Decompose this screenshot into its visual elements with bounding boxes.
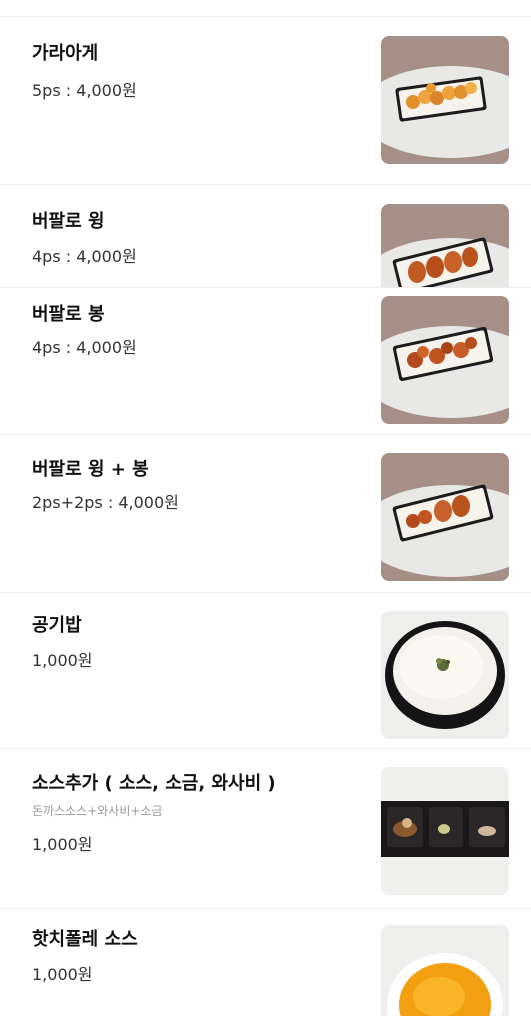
buffalo-wing-photo bbox=[381, 204, 509, 287]
item-price: 5ps : 4,000원 bbox=[32, 81, 137, 100]
buffalo-wing-drumette-photo bbox=[381, 453, 509, 581]
item-name: 버팔로 봉 bbox=[32, 304, 105, 325]
list-item[interactable]: 버팔로 봉 4ps : 4,000원 bbox=[0, 287, 531, 434]
list-item[interactable]: 소스추가 ( 소스, 소금, 와사비 ) 돈까스소스+와사비+소금 1,000원 bbox=[0, 748, 531, 908]
rice-bowl-photo bbox=[381, 611, 509, 739]
list-item[interactable]: 버팔로 윙 + 봉 2ps+2ps : 4,000원 bbox=[0, 434, 531, 592]
list-item[interactable]: 가라아게 5ps : 4,000원 bbox=[0, 16, 531, 184]
sauce-tray-photo bbox=[381, 767, 509, 895]
karaage-photo bbox=[381, 36, 509, 164]
item-description: 돈까스소스+와사비+소금 bbox=[32, 804, 163, 818]
item-price: 4ps : 4,000원 bbox=[32, 338, 137, 357]
item-price: 1,000원 bbox=[32, 651, 93, 670]
list-item[interactable]: 핫치폴레 소스 1,000원 bbox=[0, 908, 531, 1016]
item-name: 가라아게 bbox=[32, 43, 99, 64]
item-name: 핫치폴레 소스 bbox=[32, 929, 138, 950]
hot-chipotle-sauce-photo bbox=[381, 925, 509, 1016]
item-name: 공기밥 bbox=[32, 615, 82, 636]
item-price: 1,000원 bbox=[32, 965, 93, 984]
item-price: 4ps : 4,000원 bbox=[32, 247, 137, 266]
item-name: 버팔로 윙 bbox=[32, 211, 105, 232]
item-name: 버팔로 윙 + 봉 bbox=[32, 459, 149, 480]
list-item[interactable]: 공기밥 1,000원 bbox=[0, 592, 531, 748]
list-item[interactable]: 버팔로 윙 4ps : 4,000원 bbox=[0, 184, 531, 287]
buffalo-drumette-photo bbox=[381, 296, 509, 424]
item-name: 소스추가 ( 소스, 소금, 와사비 ) bbox=[32, 773, 276, 794]
item-price: 1,000원 bbox=[32, 835, 93, 854]
item-price: 2ps+2ps : 4,000원 bbox=[32, 493, 179, 512]
